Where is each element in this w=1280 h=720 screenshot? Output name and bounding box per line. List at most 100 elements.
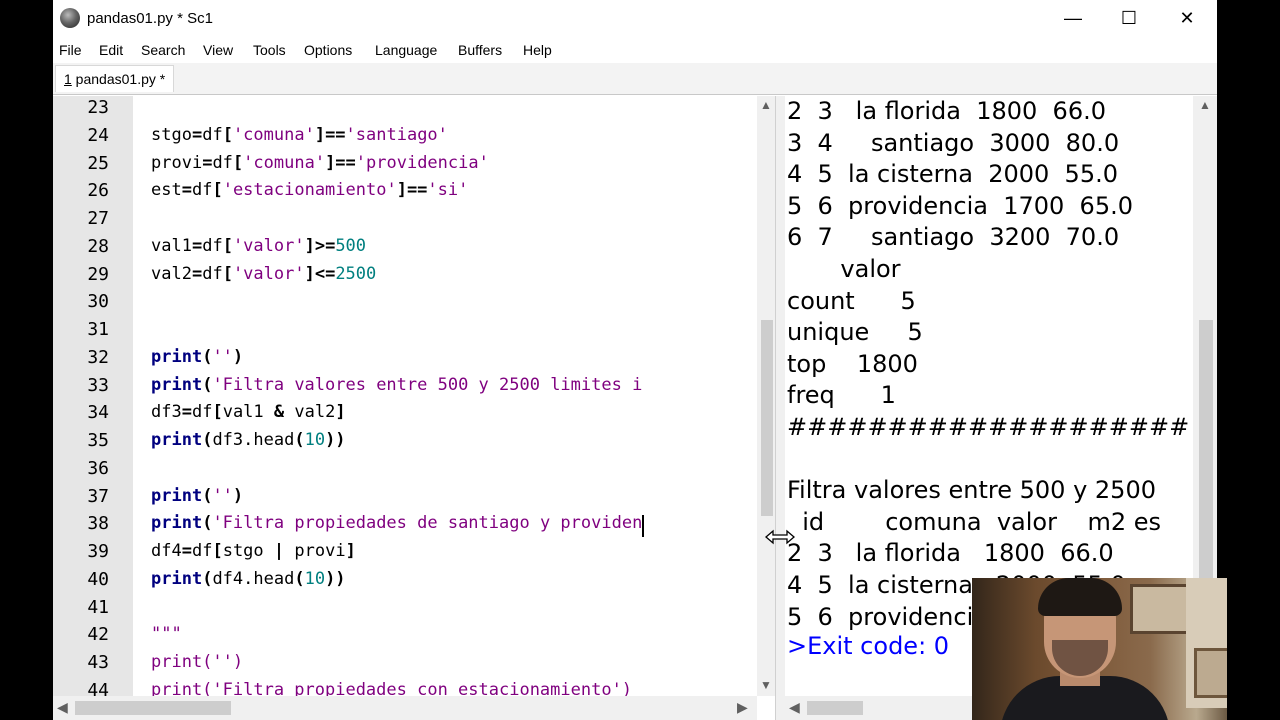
output-line: Filtra valores entre 500 y 2500 <box>787 476 1156 505</box>
line-number: 44 <box>87 679 109 696</box>
code-line[interactable]: stgo=df['comuna']=='santiago' <box>151 125 448 145</box>
code-token: [ <box>232 152 244 173</box>
code-token: ]== <box>314 124 346 145</box>
line-number: 43 <box>87 652 109 673</box>
menu-buffers[interactable]: Buffers <box>458 42 502 58</box>
code-token: val1 <box>151 235 192 256</box>
output-line: 4 5 la cisterna 2000 55.0 <box>787 160 1118 189</box>
line-number: 41 <box>87 596 109 618</box>
line-number: 34 <box>87 402 109 424</box>
code-line[interactable]: df4=df[stgo | provi] <box>151 541 356 561</box>
output-line: freq 1 <box>787 381 896 410</box>
output-line: unique 5 <box>787 318 923 347</box>
minimize-button[interactable]: — <box>1043 0 1103 36</box>
code-line[interactable]: print('Filtra propiedades de santiago y … <box>151 513 642 533</box>
scroll-left-icon[interactable]: ◀ <box>57 699 68 716</box>
editor-horizontal-scrollbar[interactable]: ◀ ▶ <box>53 696 757 720</box>
menu-options[interactable]: Options <box>304 42 352 58</box>
code-token: 'providencia' <box>355 152 489 173</box>
editor-vertical-scrollbar[interactable]: ▲ ▼ <box>757 96 775 696</box>
code-token: ( <box>294 568 305 589</box>
code-line[interactable]: print('') <box>151 347 243 367</box>
scroll-left-icon[interactable]: ◀ <box>789 699 800 716</box>
code-token: '' <box>212 346 233 367</box>
code-line[interactable]: val2=df['valor']<=2500 <box>151 264 376 284</box>
code-line[interactable]: provi=df['comuna']=='providencia' <box>151 153 489 173</box>
editor-horizontal-scroll-thumb[interactable] <box>75 701 231 715</box>
editor-vertical-scroll-thumb[interactable] <box>761 320 773 516</box>
menu-search[interactable]: Search <box>141 42 185 58</box>
code-token: df <box>202 235 223 256</box>
code-token: = <box>191 263 203 284</box>
code-token: [ <box>212 180 223 201</box>
scroll-up-icon[interactable]: ▲ <box>760 98 772 112</box>
maximize-button[interactable]: ☐ <box>1099 0 1159 36</box>
code-token: print <box>151 346 203 367</box>
code-line[interactable]: val1=df['valor']>=500 <box>151 236 366 256</box>
output-line: id comuna valor m2 es <box>787 507 1162 536</box>
code-token: df3 <box>151 402 182 423</box>
scroll-down-icon[interactable]: ▼ <box>760 678 772 692</box>
code-token: stgo <box>151 124 192 145</box>
code-line[interactable]: """ <box>151 624 182 644</box>
output-horizontal-scroll-thumb[interactable] <box>807 701 863 715</box>
line-number-gutter: 23 24 25 26 27 28 29 30 31 32 33 34 35 36 37 38 39 40 41 42… <box>53 96 133 696</box>
line-number: 25 <box>87 152 109 174</box>
menu-language[interactable]: Language <box>375 42 437 58</box>
code-token: print <box>151 568 203 589</box>
code-token: ]>= <box>304 235 336 256</box>
output-line: valor <box>787 255 901 283</box>
code-token: stgo <box>222 541 274 561</box>
code-token: ] <box>345 541 356 561</box>
code-token: df <box>202 124 223 145</box>
close-button[interactable]: ✕ <box>1157 0 1217 36</box>
code-editor[interactable]: 23 24 25 26 27 28 29 30 31 32 33 34 35 36 37 38 39 40 41 42… <box>53 96 775 696</box>
code-token: ] <box>335 402 346 423</box>
output-line: top 1800 <box>787 349 918 378</box>
code-token: '' <box>212 485 233 506</box>
tab-pandas01[interactable]: 1 pandas01.py * <box>55 65 175 92</box>
code-line[interactable]: df3=df[val1 & val2] <box>151 402 346 422</box>
exit-code-text: >Exit code: 0 <box>787 632 950 660</box>
output-line: 2 3 la florida 1800 66.0 <box>787 97 1106 125</box>
code-token: 'Filtra propiedades de santiago y provid… <box>212 513 643 534</box>
code-token: ) <box>232 485 244 506</box>
text-caret <box>642 515 644 538</box>
presenter-hair <box>1038 578 1122 616</box>
code-line[interactable]: print(df4.head(10)) <box>151 569 346 589</box>
code-line[interactable]: print(df3.head(10)) <box>151 430 346 450</box>
line-number: 26 <box>87 180 109 202</box>
code-token: print <box>151 513 203 534</box>
code-line[interactable]: print('') <box>151 652 243 672</box>
code-token: = <box>191 235 203 256</box>
code-token: = <box>181 541 192 561</box>
code-token: provi <box>284 541 346 561</box>
code-token: ( <box>202 568 213 589</box>
code-line[interactable]: print('') <box>151 486 243 506</box>
code-token: = <box>191 124 203 145</box>
code-token: print <box>151 485 203 506</box>
code-token: 'valor' <box>232 235 305 256</box>
code-line[interactable]: print('Filtra valores entre 500 y 2500 l… <box>151 375 642 395</box>
menu-tools[interactable]: Tools <box>253 42 286 58</box>
code-token: 2500 <box>335 263 377 284</box>
resize-cursor-icon <box>765 529 795 545</box>
code-token: = <box>202 152 213 173</box>
code-token: df4.head <box>212 568 295 589</box>
line-number: 36 <box>87 457 109 479</box>
menu-edit[interactable]: Edit <box>99 42 123 58</box>
code-line[interactable]: est=df['estacionamiento']=='si' <box>151 180 468 200</box>
window-title: pandas01.py * Sc1 <box>87 10 213 27</box>
output-line: 2 3 la florida 1800 66.0 <box>787 539 1114 568</box>
scroll-right-icon[interactable]: ▶ <box>737 699 748 716</box>
code-line[interactable]: print('Filtra propiedades con estacionam… <box>151 680 632 696</box>
code-token: print('Filtra propiedades con estacionam… <box>151 679 633 696</box>
code-token: ( <box>202 485 213 506</box>
menu-file[interactable]: File <box>59 42 82 58</box>
scroll-up-icon[interactable]: ▲ <box>1199 98 1211 112</box>
code-token: ( <box>202 513 213 534</box>
line-number: 29 <box>87 263 109 285</box>
menu-help[interactable]: Help <box>523 42 552 58</box>
menu-view[interactable]: View <box>203 42 233 58</box>
code-area[interactable]: stgo=df['comuna']=='santiago' provi=df['c… <box>151 96 761 696</box>
